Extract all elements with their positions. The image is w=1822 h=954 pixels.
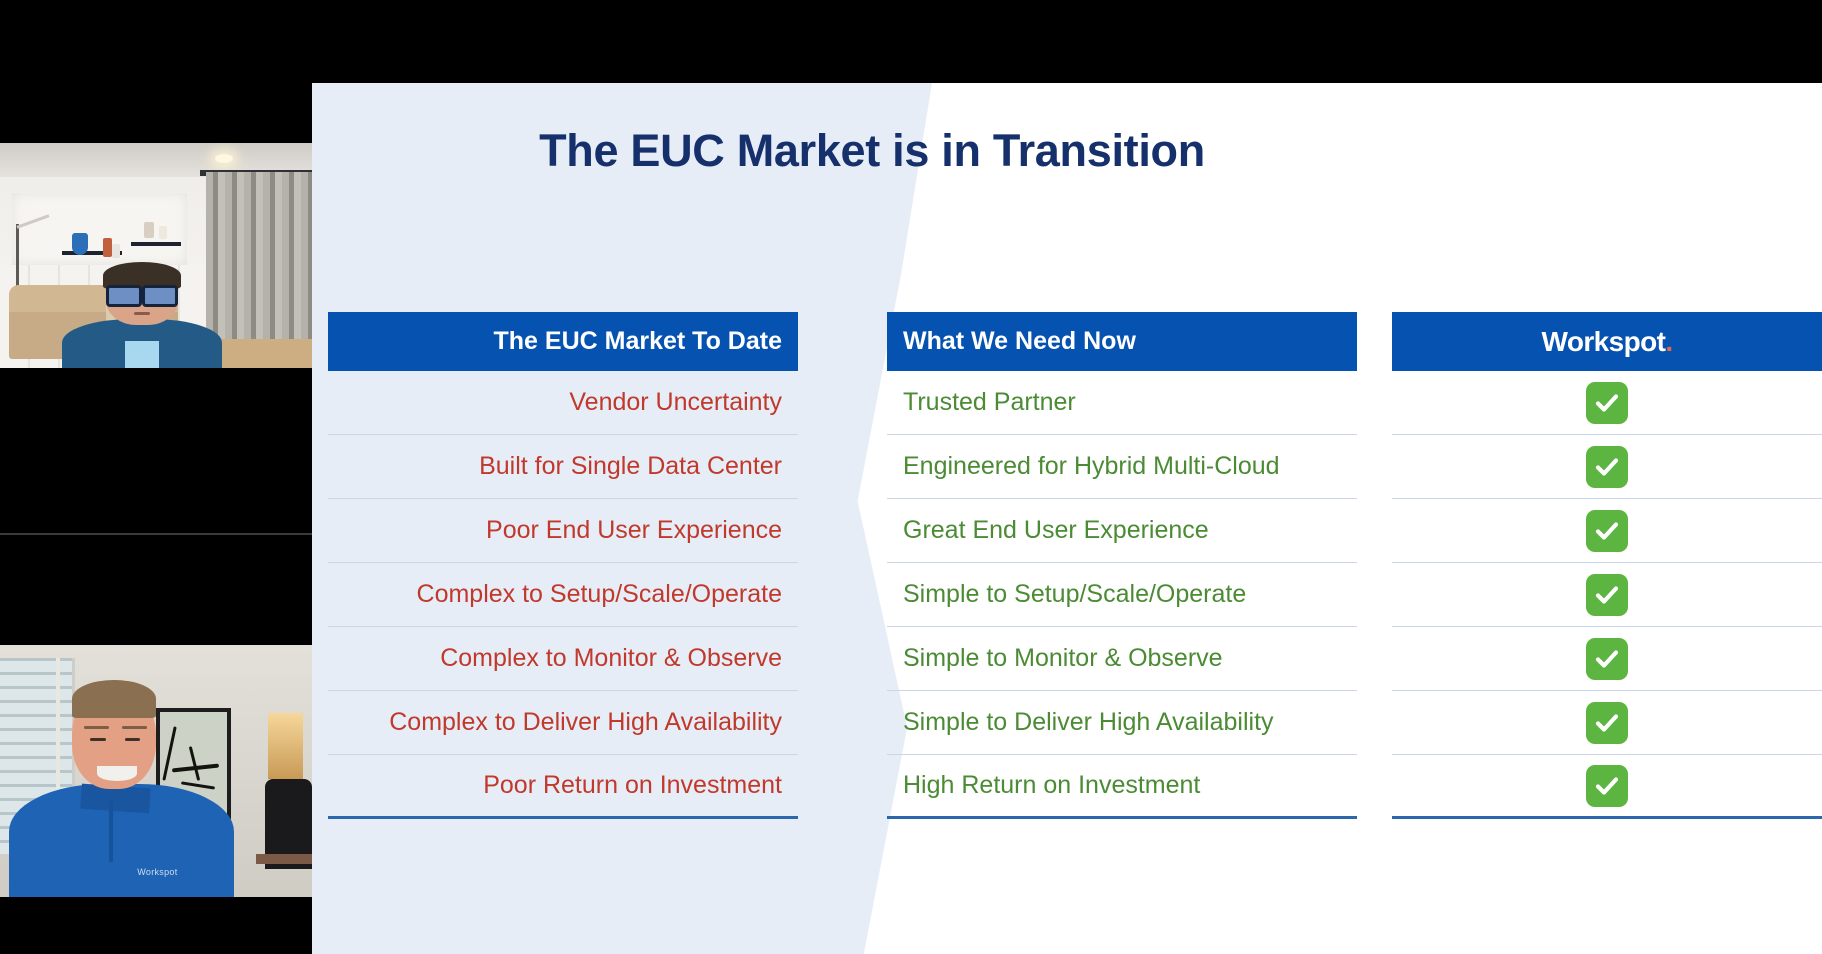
table-row: Complex to Deliver High Availability: [328, 691, 798, 755]
column-header-euc-market-to-date: The EUC Market To Date: [328, 312, 798, 371]
participant-2-eyebrow-right: [121, 725, 147, 729]
check-icon: [1586, 637, 1628, 680]
workspot-logo-dot: .: [1665, 325, 1673, 357]
table-row: [1392, 627, 1822, 691]
table-row: Simple to Deliver High Availability: [887, 691, 1357, 755]
table-row: Vendor Uncertainty: [328, 371, 798, 435]
polo-workspot-logo: Workspot: [137, 866, 178, 877]
grey-curtain: [205, 172, 312, 344]
column-what-we-need-now: What We Need Now Trusted Partner Enginee…: [887, 312, 1357, 819]
table-row: Complex to Monitor & Observe: [328, 627, 798, 691]
page-title: The EUC Market is in Transition: [539, 125, 1205, 176]
row-label: Complex to Deliver High Availability: [389, 708, 782, 736]
participant-2-video: Workspot: [0, 645, 312, 897]
workspot-logo: Workspot.: [1541, 325, 1674, 358]
check-icon: [1586, 381, 1628, 424]
cream-vase: [159, 226, 168, 240]
participant-1-mouth: [134, 311, 150, 315]
check-icon: [1586, 701, 1628, 744]
row-label: Vendor Uncertainty: [569, 388, 782, 416]
table-row: [1392, 435, 1822, 499]
presentation-slide: The EUC Market is in Transition The EUC …: [312, 83, 1822, 954]
table-row: [1392, 371, 1822, 435]
screen-share-view: Workspot The EUC Market is in Transition…: [0, 0, 1822, 954]
participant-2-eye-left: [90, 738, 107, 742]
table-row: Built for Single Data Center: [328, 435, 798, 499]
row-label: Complex to Setup/Scale/Operate: [416, 580, 782, 608]
check-icon: [1586, 764, 1628, 807]
participant-2-smile: [96, 765, 138, 782]
beige-vase: [143, 221, 154, 238]
row-label: Engineered for Hybrid Multi-Cloud: [903, 452, 1280, 480]
table-row: [1392, 755, 1822, 819]
row-label: High Return on Investment: [903, 771, 1201, 799]
row-label: Simple to Setup/Scale/Operate: [903, 580, 1247, 608]
check-icon: [1586, 445, 1628, 488]
polo-placket: [109, 801, 114, 862]
table-row: Poor Return on Investment: [328, 755, 798, 819]
participant-2-eyebrow-left: [84, 725, 110, 729]
workspot-logo-text: Workspot: [1541, 325, 1666, 357]
row-label: Trusted Partner: [903, 388, 1076, 416]
participant-video-rail: Workspot: [0, 0, 312, 954]
column-rows-middle: Trusted Partner Engineered for Hybrid Mu…: [887, 371, 1357, 819]
check-icon: [1586, 573, 1628, 616]
column-header-label: What We Need Now: [903, 327, 1136, 355]
warm-lamp: [268, 713, 303, 779]
participant-1-video: [0, 143, 312, 368]
check-icon: [1586, 509, 1628, 552]
table-row: Complex to Setup/Scale/Operate: [328, 563, 798, 627]
table-row: [1392, 499, 1822, 563]
table-row: Great End User Experience: [887, 499, 1357, 563]
participant-2-hair: [71, 680, 156, 719]
red-vase: [102, 237, 112, 257]
participant-1-undershirt: [124, 341, 160, 368]
column-header-what-we-need-now: What We Need Now: [887, 312, 1357, 371]
row-label: Poor End User Experience: [486, 516, 782, 544]
row-label: Great End User Experience: [903, 516, 1209, 544]
table-row: Trusted Partner: [887, 371, 1357, 435]
participant-1-scene: [0, 143, 312, 368]
eyeglasses-icon: [106, 284, 178, 307]
column-rows-checks: [1392, 371, 1822, 819]
column-euc-market-to-date: The EUC Market To Date Vendor Uncertaint…: [328, 312, 798, 819]
table-row: Simple to Monitor & Observe: [887, 627, 1357, 691]
wall-shelf-upper: [131, 242, 181, 246]
participant-2-eye-right: [124, 738, 141, 742]
table-row: Simple to Setup/Scale/Operate: [887, 563, 1357, 627]
table-row: Engineered for Hybrid Multi-Cloud: [887, 435, 1357, 499]
table-row: High Return on Investment: [887, 755, 1357, 819]
table-row: [1392, 563, 1822, 627]
column-header-workspot-logo: Workspot.: [1392, 312, 1822, 371]
column-workspot: Workspot.: [1392, 312, 1822, 819]
desk-edge: [255, 854, 312, 865]
table-row: [1392, 691, 1822, 755]
row-label: Simple to Deliver High Availability: [903, 708, 1274, 736]
column-header-label: The EUC Market To Date: [493, 327, 782, 355]
table-row: Poor End User Experience: [328, 499, 798, 563]
participant-2-scene: Workspot: [0, 645, 312, 897]
letterbox-top: [312, 0, 1822, 83]
row-label: Complex to Monitor & Observe: [440, 644, 782, 672]
row-label: Simple to Monitor & Observe: [903, 644, 1223, 672]
white-vase: [112, 244, 121, 259]
row-label: Poor Return on Investment: [483, 771, 782, 799]
participant-tile-2[interactable]: Workspot: [0, 535, 312, 954]
row-label: Built for Single Data Center: [479, 452, 782, 480]
participant-tile-1[interactable]: [0, 0, 312, 533]
blue-vase: [71, 233, 88, 255]
column-rows-left: Vendor Uncertainty Built for Single Data…: [328, 371, 798, 819]
